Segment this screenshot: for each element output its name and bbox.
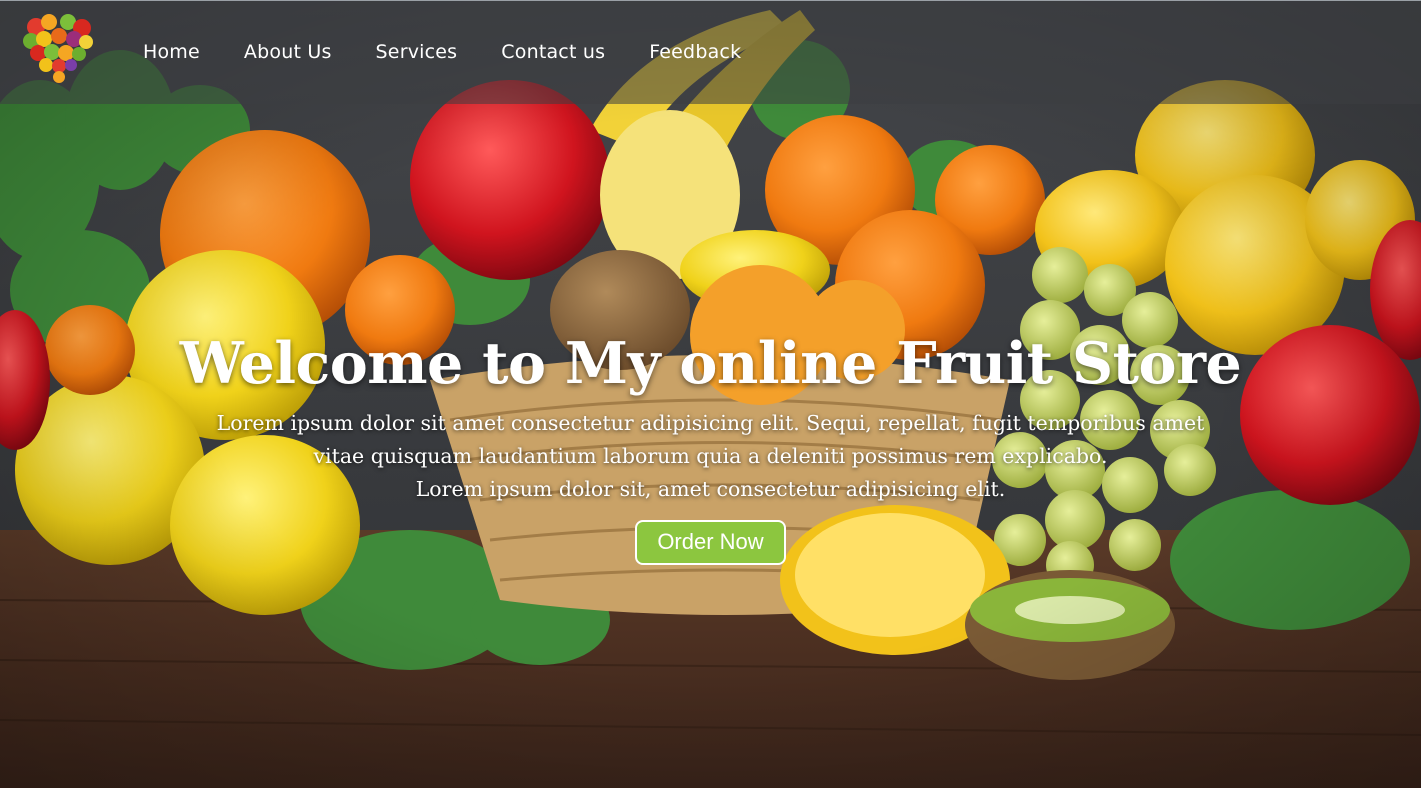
- fruit-heart-logo-icon[interactable]: [22, 11, 96, 87]
- nav-services-link[interactable]: Services: [376, 41, 458, 63]
- nav-contact-us-link[interactable]: Contact us: [501, 41, 605, 63]
- hero-title: Welcome to My online Fruit Store: [179, 330, 1242, 397]
- hero-description-line-1: Lorem ipsum dolor sit amet consectetur a…: [216, 411, 1205, 435]
- top-navigation-bar: Home About Us Services Contact us Feedba…: [0, 0, 1421, 104]
- nav-links: Home About Us Services Contact us Feedba…: [143, 41, 785, 63]
- nav-feedback-link[interactable]: Feedback: [649, 41, 741, 63]
- order-now-button[interactable]: Order Now: [635, 520, 786, 565]
- hero-description-line-2: vitae quisquam laudantium laborum quia a…: [313, 444, 1108, 468]
- nav-home-link[interactable]: Home: [143, 41, 200, 63]
- hero-description: Lorem ipsum dolor sit amet consectetur a…: [181, 407, 1241, 506]
- hero-section: Welcome to My online Fruit Store Lorem i…: [0, 330, 1421, 565]
- hero-description-line-3: Lorem ipsum dolor sit, amet consectetur …: [415, 477, 1006, 501]
- nav-about-us-link[interactable]: About Us: [244, 41, 332, 63]
